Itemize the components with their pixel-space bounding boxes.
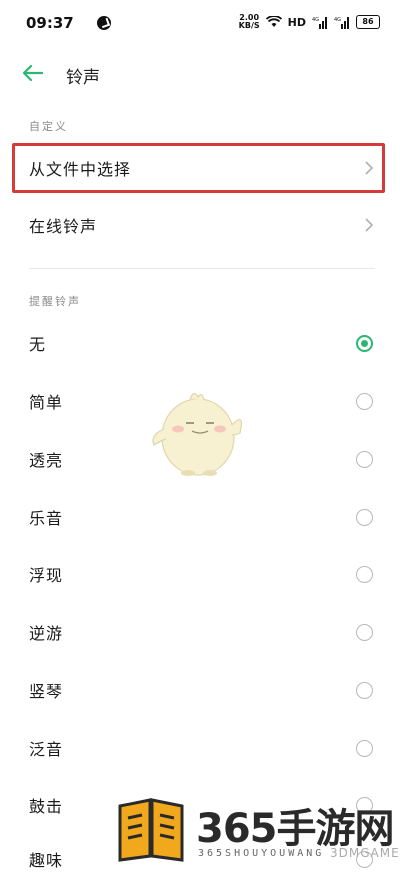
radio-unselected[interactable] bbox=[356, 450, 373, 468]
top-app-bar: 铃声 bbox=[0, 54, 400, 94]
watermark-brand: 3DMGAME bbox=[330, 846, 400, 860]
watermark-book-logo bbox=[118, 798, 184, 862]
watermark-subtitle: 365SHOUYOUWANG bbox=[198, 848, 325, 859]
section-label-custom: 自定义 bbox=[29, 120, 68, 133]
ringtone-label: 无 bbox=[29, 335, 47, 354]
ringtone-row-overtone[interactable]: 泛音 bbox=[0, 724, 400, 772]
ringtone-label: 鼓击 bbox=[29, 797, 64, 816]
battery-indicator: 86 bbox=[356, 15, 380, 29]
ringtone-row-emerge[interactable]: 浮现 bbox=[0, 550, 400, 598]
radio-unselected[interactable] bbox=[356, 565, 373, 583]
highlight-frame bbox=[12, 143, 385, 193]
ringtone-label: 泛音 bbox=[29, 740, 64, 759]
network-speed: 2.00 KB/S bbox=[239, 14, 260, 30]
ringtone-row-upstream[interactable]: 逆游 bbox=[0, 608, 400, 656]
online-ringtone-label: 在线铃声 bbox=[29, 217, 98, 236]
ringtone-label: 简单 bbox=[29, 393, 64, 412]
ringtone-label: 趣味 bbox=[29, 851, 64, 870]
network-speed-unit: KB/S bbox=[238, 21, 260, 30]
ringtone-row-harp[interactable]: 竖琴 bbox=[0, 666, 400, 714]
ringtone-row-none[interactable]: 无 bbox=[0, 319, 400, 367]
section-label-alert: 提醒铃声 bbox=[29, 295, 81, 308]
ringtone-label: 乐音 bbox=[29, 509, 64, 528]
radio-unselected[interactable] bbox=[356, 681, 373, 699]
radio-unselected[interactable] bbox=[356, 392, 373, 410]
back-arrow-icon[interactable] bbox=[22, 64, 44, 82]
ringtone-label: 透亮 bbox=[29, 451, 64, 470]
notification-app-icon bbox=[97, 16, 111, 30]
hd-indicator: HD bbox=[287, 15, 306, 29]
status-bar: 09:37 2.00 KB/S HD 4G 4G 86 bbox=[0, 0, 400, 48]
signal-icon: 4G bbox=[312, 16, 327, 29]
page-title: 铃声 bbox=[66, 68, 100, 88]
section-divider bbox=[29, 268, 375, 269]
radio-selected[interactable] bbox=[356, 334, 373, 352]
mascot-chick-image bbox=[152, 392, 242, 476]
signal-icon-2: 4G bbox=[334, 16, 349, 29]
chevron-right-icon bbox=[365, 218, 374, 232]
ringtone-label: 逆游 bbox=[29, 624, 64, 643]
online-ringtone-row[interactable]: 在线铃声 bbox=[0, 201, 400, 249]
ringtone-row-music[interactable]: 乐音 bbox=[0, 493, 400, 541]
radio-unselected[interactable] bbox=[356, 508, 373, 526]
watermark: 365手游网 365SHOUYOUWANG 3DMGAME bbox=[116, 796, 400, 867]
status-indicators: 2.00 KB/S HD 4G 4G 86 bbox=[239, 14, 380, 30]
signal-2-label: 4G bbox=[334, 17, 341, 23]
ringtone-label: 浮现 bbox=[29, 566, 64, 585]
ringtone-label: 竖琴 bbox=[29, 682, 64, 701]
signal-1-label: 4G bbox=[312, 17, 319, 23]
status-time: 09:37 bbox=[26, 14, 74, 32]
wifi-icon bbox=[265, 16, 282, 27]
radio-unselected[interactable] bbox=[356, 623, 373, 641]
radio-unselected[interactable] bbox=[356, 739, 373, 757]
